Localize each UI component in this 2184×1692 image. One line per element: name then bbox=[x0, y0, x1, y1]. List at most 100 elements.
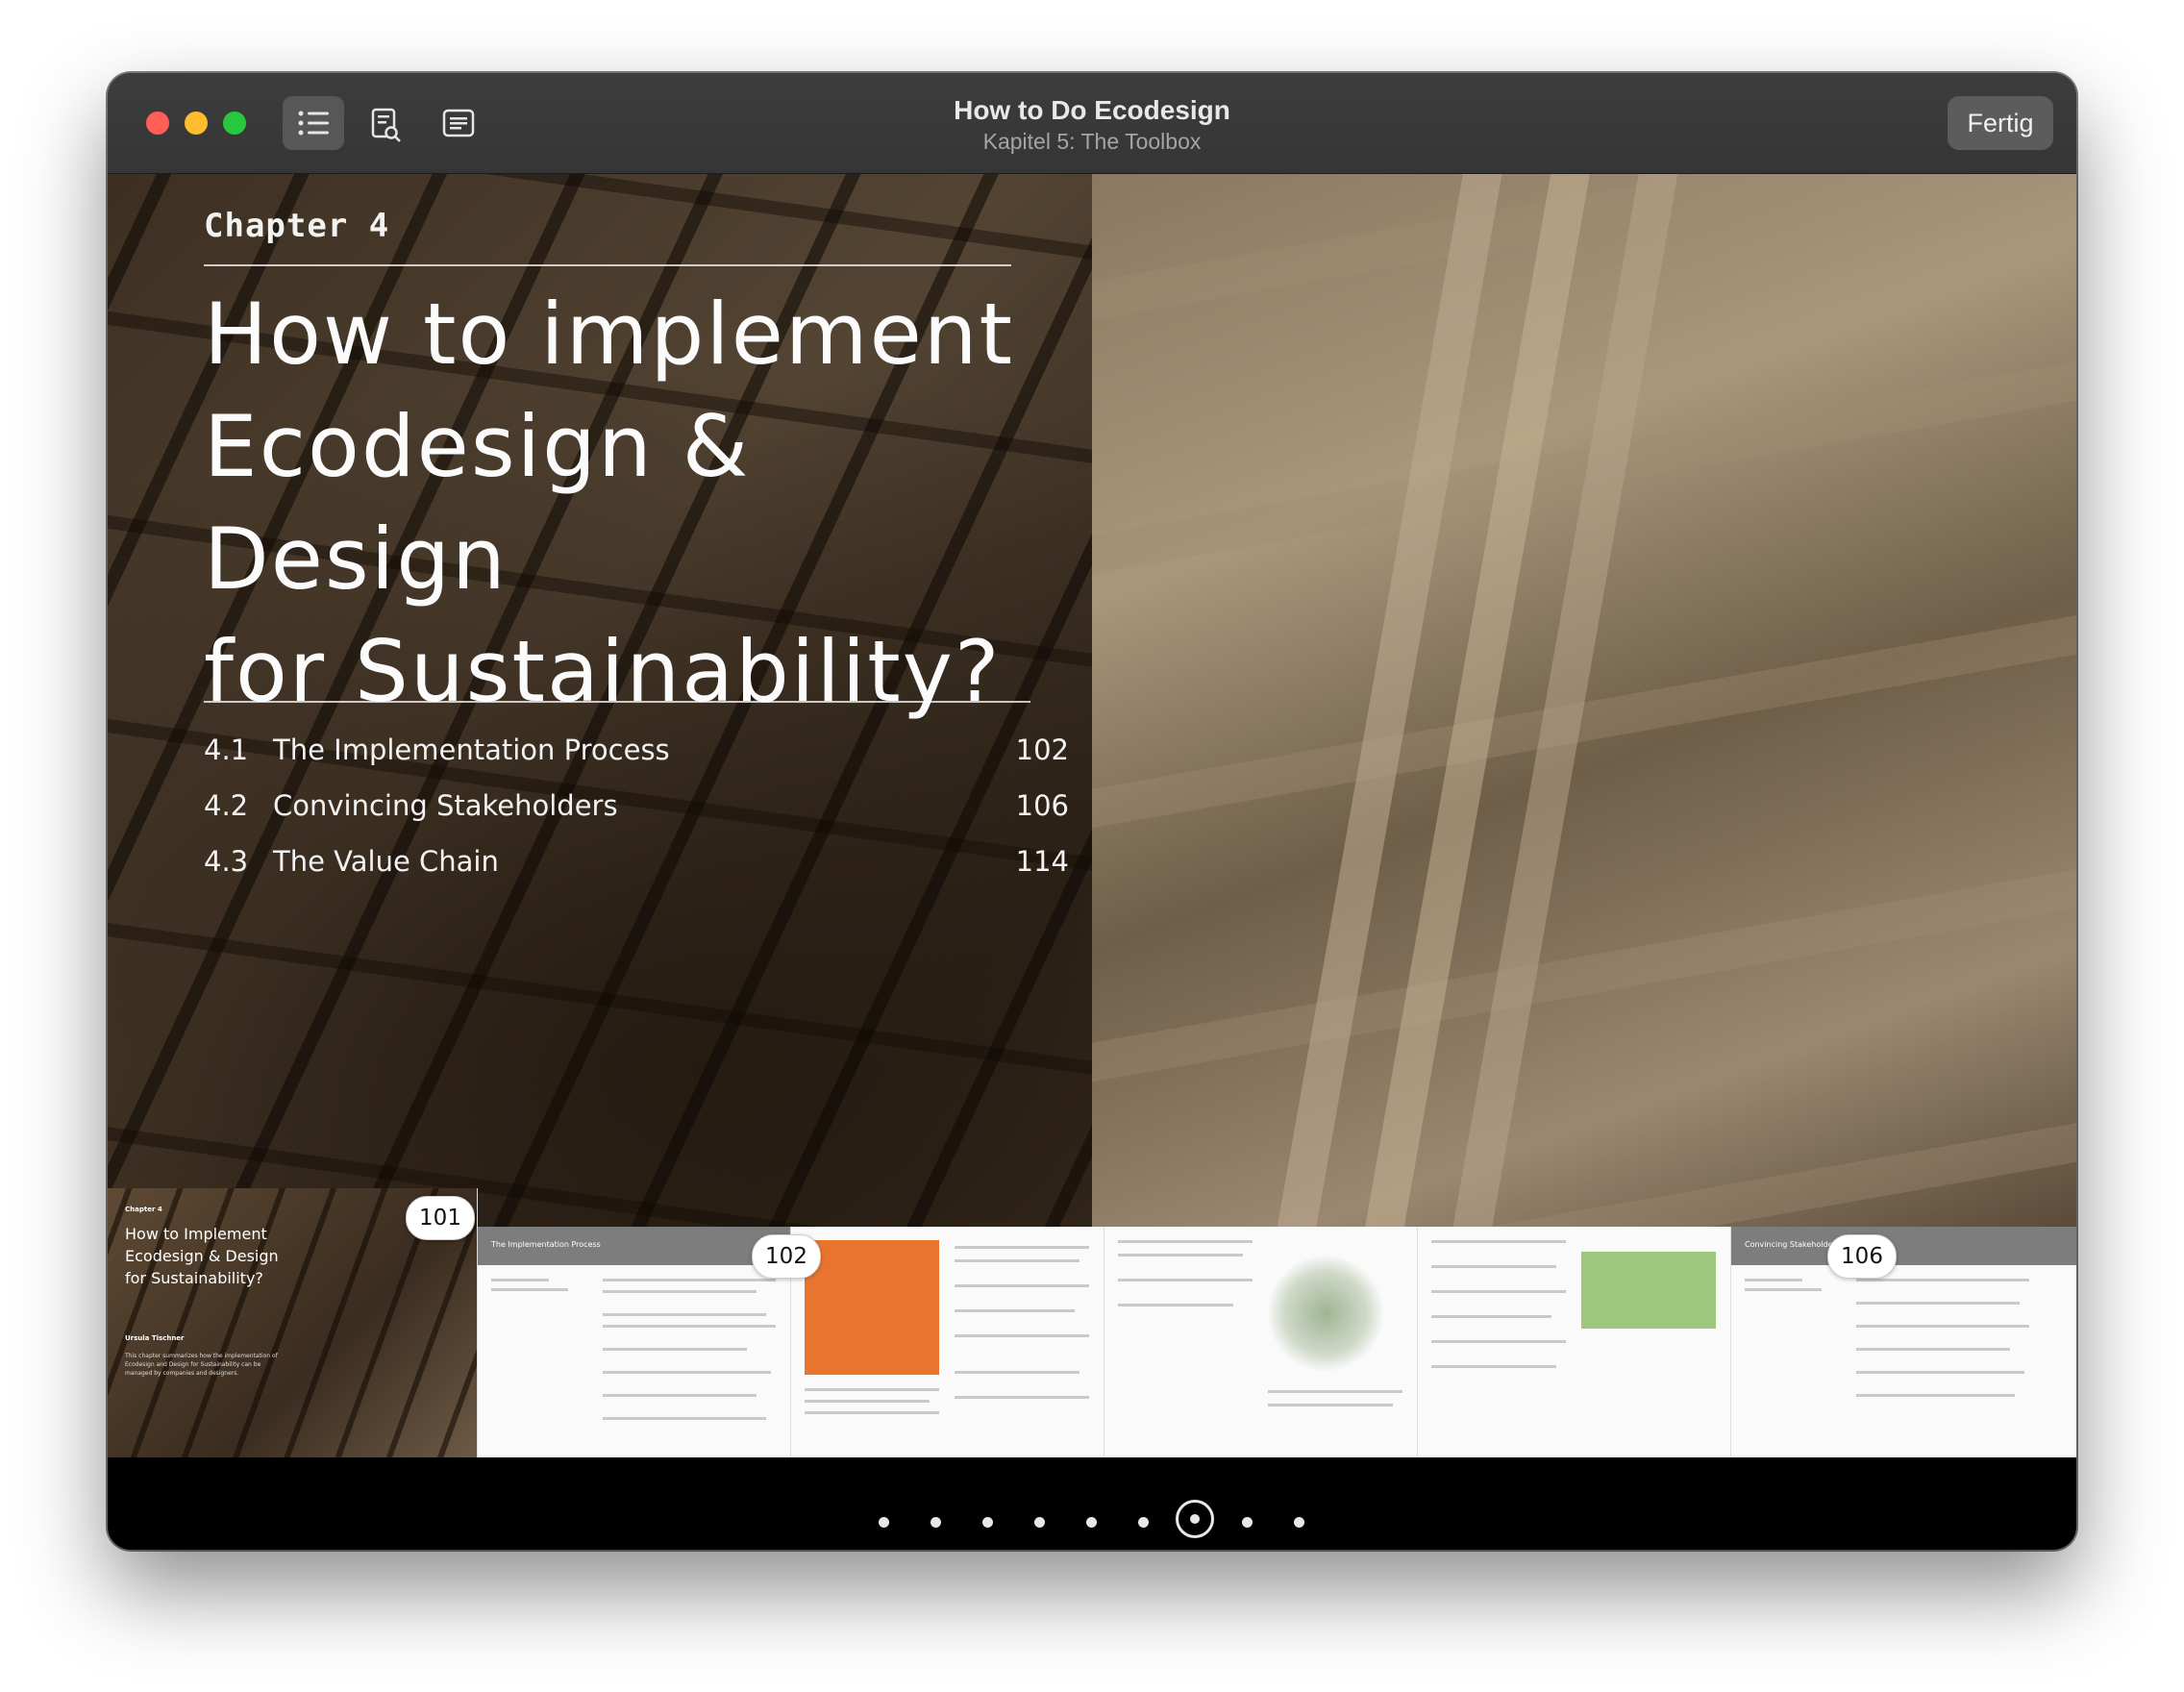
page-thumbnail-strip: Chapter 4 How to Implement Ecodesign & D… bbox=[108, 1188, 2076, 1457]
notes-button[interactable] bbox=[427, 96, 488, 150]
page-dot[interactable] bbox=[931, 1517, 941, 1528]
text-line bbox=[955, 1284, 1089, 1287]
text-line bbox=[1118, 1240, 1253, 1243]
text-line bbox=[603, 1371, 771, 1374]
text-line bbox=[491, 1279, 549, 1281]
text-line bbox=[1431, 1240, 1566, 1243]
text-line bbox=[603, 1417, 766, 1420]
text-line bbox=[1745, 1279, 1802, 1281]
page-dot[interactable] bbox=[1138, 1517, 1149, 1528]
chapter-title-line: Ecodesign & Design bbox=[204, 397, 751, 609]
section-title: Convincing Stakeholders bbox=[1745, 1240, 1840, 1249]
toc-page: 106 bbox=[1015, 789, 1069, 822]
toc-title: The Value Chain bbox=[273, 845, 499, 878]
toc-number: 4.2 bbox=[204, 789, 249, 822]
table-of-contents-button[interactable] bbox=[283, 96, 344, 150]
toc-number: 4.3 bbox=[204, 845, 249, 878]
thumbnail-page-105[interactable]: 104 bbox=[1418, 1227, 1731, 1457]
text-line bbox=[1431, 1340, 1566, 1343]
thumb-description: This chapter summarizes how the implemen… bbox=[125, 1353, 278, 1377]
page-dot[interactable] bbox=[879, 1517, 889, 1528]
chapter-toc: 4.1 The Implementation Process 102 4.2 C… bbox=[204, 722, 1069, 889]
text-line bbox=[603, 1279, 776, 1281]
thumbnail-page-102[interactable]: The Implementation Process bbox=[478, 1227, 791, 1457]
toc-entry[interactable]: 4.3 The Value Chain 114 bbox=[204, 834, 1069, 889]
section-header: Convincing Stakeholders bbox=[1731, 1227, 2076, 1265]
fullscreen-window-button[interactable] bbox=[223, 112, 246, 135]
thumbnail-page-103[interactable] bbox=[791, 1227, 1104, 1457]
title-bar: How to Do Ecodesign Kapitel 5: The Toolb… bbox=[108, 73, 2076, 175]
book-title: How to Do Ecodesign bbox=[954, 95, 1230, 125]
text-line bbox=[491, 1288, 568, 1291]
text-line bbox=[603, 1394, 757, 1397]
notes-icon bbox=[442, 109, 475, 137]
text-line bbox=[955, 1259, 1080, 1262]
toc-page: 114 bbox=[1015, 845, 1069, 878]
section-header: The Implementation Process bbox=[478, 1227, 790, 1265]
thumbnail-page-101[interactable]: Chapter 4 How to Implement Ecodesign & D… bbox=[108, 1188, 478, 1457]
text-line bbox=[955, 1371, 1080, 1374]
text-line bbox=[1268, 1404, 1393, 1406]
section-title: The Implementation Process bbox=[491, 1240, 601, 1249]
page-number-badge: 101 bbox=[406, 1196, 475, 1240]
thumb-author: Ursula Tischner bbox=[125, 1334, 185, 1342]
table-of-contents-icon bbox=[298, 111, 329, 136]
reader-window: How to Do Ecodesign Kapitel 5: The Toolb… bbox=[108, 73, 2076, 1550]
text-line bbox=[1856, 1394, 2015, 1397]
text-line bbox=[1856, 1302, 2020, 1305]
thumbnail-page-106[interactable]: Convincing Stakeholders 105 106 bbox=[1731, 1227, 2076, 1457]
divider bbox=[204, 701, 1030, 703]
text-line bbox=[955, 1396, 1089, 1399]
text-line bbox=[1118, 1254, 1243, 1257]
page-dot[interactable] bbox=[1242, 1517, 1253, 1528]
page-indicator bbox=[108, 1492, 2076, 1550]
text-line bbox=[805, 1388, 939, 1391]
search-document-icon bbox=[371, 108, 401, 142]
thumb-cover-title: How to Implement Ecodesign & Design for … bbox=[125, 1225, 279, 1287]
text-line bbox=[1431, 1265, 1556, 1268]
page-number-badge: 102 bbox=[752, 1234, 821, 1279]
divider bbox=[204, 264, 1011, 266]
text-line bbox=[603, 1313, 766, 1316]
text-line bbox=[1856, 1348, 2010, 1351]
text-line bbox=[955, 1246, 1089, 1249]
text-line bbox=[1856, 1325, 2029, 1328]
text-line bbox=[1431, 1290, 1566, 1293]
text-line bbox=[805, 1400, 930, 1403]
minimize-window-button[interactable] bbox=[185, 112, 208, 135]
thumbnail-page-104[interactable]: 103 bbox=[1104, 1227, 1418, 1457]
toc-title: The Implementation Process bbox=[273, 734, 670, 766]
done-button[interactable]: Fertig bbox=[1948, 96, 2053, 150]
chapter-subtitle: Kapitel 5: The Toolbox bbox=[982, 129, 1202, 154]
chapter-title: How to implement Ecodesign & Design for … bbox=[204, 278, 1069, 728]
page-dot[interactable] bbox=[1086, 1517, 1097, 1528]
page-number-badge: 106 bbox=[1827, 1234, 1897, 1279]
boat-photo-right bbox=[1092, 174, 2076, 1228]
network-figure bbox=[1268, 1256, 1383, 1371]
text-line bbox=[955, 1309, 1075, 1312]
toc-number: 4.1 bbox=[204, 734, 249, 766]
text-line bbox=[1268, 1390, 1402, 1393]
toc-entry[interactable]: 4.2 Convincing Stakeholders 106 bbox=[204, 778, 1069, 834]
toc-entry[interactable]: 4.1 The Implementation Process 102 bbox=[204, 722, 1069, 778]
toc-page: 102 bbox=[1015, 734, 1069, 766]
search-document-button[interactable] bbox=[355, 96, 416, 150]
page-dot[interactable] bbox=[1294, 1517, 1304, 1528]
tip-box bbox=[805, 1240, 939, 1375]
text-line bbox=[955, 1334, 1089, 1337]
text-line bbox=[603, 1325, 776, 1328]
text-line bbox=[603, 1290, 757, 1293]
thumb-chapter-label: Chapter 4 bbox=[125, 1206, 162, 1213]
text-line bbox=[1745, 1288, 1822, 1291]
close-window-button[interactable] bbox=[146, 112, 169, 135]
chapter-label: Chapter 4 bbox=[204, 207, 390, 245]
book-page-spread[interactable]: Chapter 4 How to implement Ecodesign & D… bbox=[108, 174, 2076, 1228]
page-dot-current[interactable] bbox=[1176, 1500, 1214, 1538]
page-dot[interactable] bbox=[1034, 1517, 1045, 1528]
text-line bbox=[1431, 1315, 1551, 1318]
text-line bbox=[1118, 1279, 1253, 1281]
chapter-title-line: for Sustainability? bbox=[204, 622, 1002, 721]
page-dot[interactable] bbox=[982, 1517, 993, 1528]
text-line bbox=[1856, 1279, 2029, 1281]
text-line bbox=[1431, 1365, 1556, 1368]
